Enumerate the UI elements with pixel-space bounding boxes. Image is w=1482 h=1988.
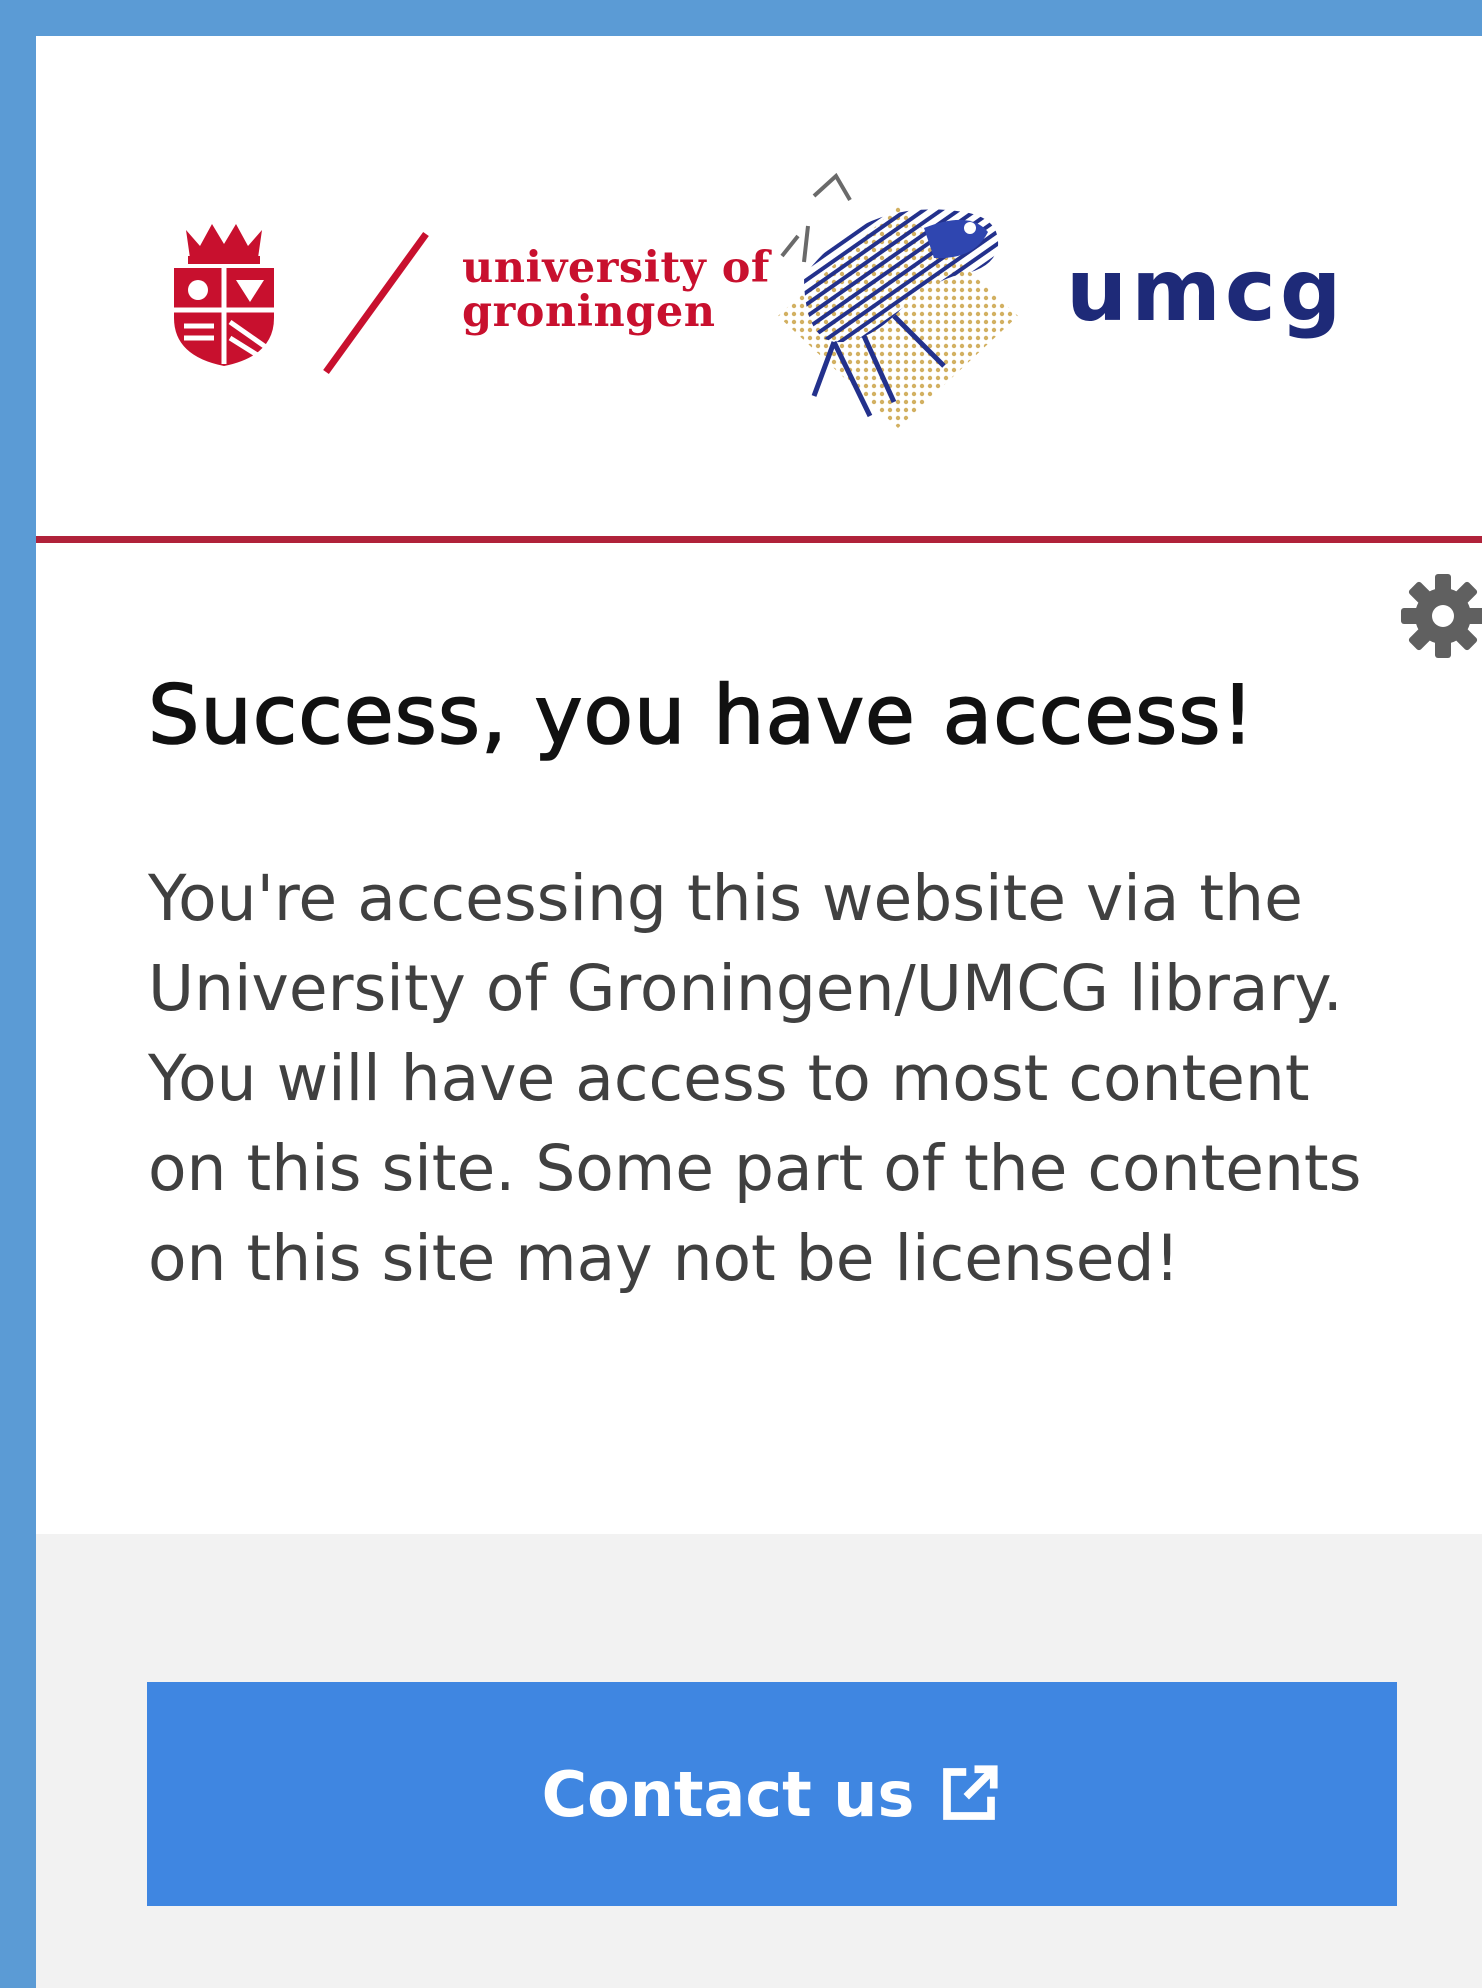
contact-us-label: Contact us xyxy=(541,1757,915,1831)
access-popup: university of groningen umcg Success, yo… xyxy=(36,36,1482,1988)
contact-us-button[interactable]: Contact us xyxy=(147,1682,1397,1906)
gear-icon[interactable] xyxy=(1399,572,1482,660)
external-link-icon xyxy=(943,1765,998,1820)
umcg-frog-logo xyxy=(778,172,1018,428)
university-logo-line2: groningen xyxy=(462,287,716,337)
university-of-groningen-logo: university of groningen xyxy=(462,246,770,334)
umcg-logo: umcg xyxy=(1066,241,1346,341)
logo-separator xyxy=(323,231,429,375)
university-crest-icon xyxy=(174,224,274,366)
popup-footer: Contact us xyxy=(36,1534,1482,1988)
header-divider xyxy=(36,536,1482,543)
institution-logos: university of groningen umcg xyxy=(166,136,1416,456)
access-message: You're accessing this website via the Un… xyxy=(148,862,1362,1295)
popup-header: university of groningen umcg xyxy=(36,36,1482,539)
success-title: Success, you have access! xyxy=(147,668,1256,764)
university-logo-line1: university of xyxy=(462,243,770,293)
